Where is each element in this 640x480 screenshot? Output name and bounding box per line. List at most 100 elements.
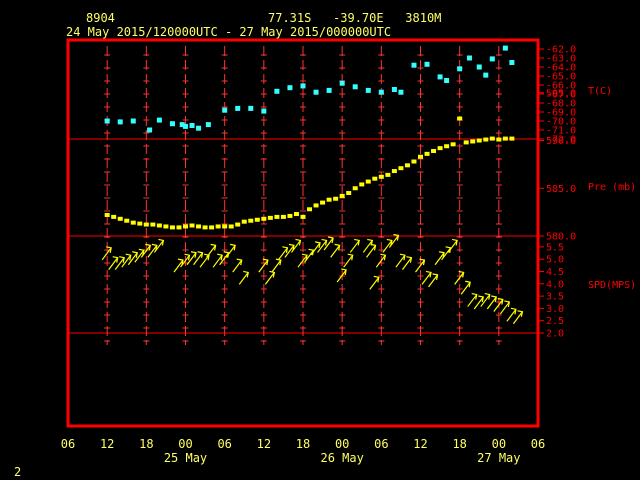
pressure-point: [248, 218, 254, 223]
pressure-point: [104, 212, 110, 217]
wind-arrow: [330, 243, 341, 258]
pressure-ytick-label: 585.0: [546, 184, 576, 195]
wind-arrow: [506, 307, 517, 322]
pressure-point: [156, 223, 162, 228]
pressure-point: [124, 218, 130, 223]
wind-arrow-shaft: [238, 272, 249, 285]
pressure-point: [385, 172, 391, 177]
pressure-axis-label: Pre (mb): [588, 182, 636, 193]
x-date-label: 26 May: [320, 451, 363, 465]
pressure-point: [293, 212, 299, 217]
wind-arrow: [225, 243, 236, 258]
wind-arrow: [349, 238, 360, 253]
x-date-label: 27 May: [477, 451, 520, 465]
grid: [68, 46, 538, 345]
pressure-point: [254, 217, 260, 222]
wind-axis-label: SPD(MPS): [588, 280, 636, 291]
pressure-ytick-label: 595.0: [546, 88, 576, 99]
pressure-point: [280, 214, 286, 219]
temperature-point: [457, 66, 463, 72]
wind-ytick-label: 4.5: [546, 267, 564, 278]
wind-arrow: [460, 280, 471, 295]
pressure-point: [196, 224, 202, 229]
temperature-point: [352, 84, 358, 90]
pressure-point: [424, 151, 430, 156]
wind-arrow: [447, 238, 458, 253]
x-tick-label: 12: [257, 437, 271, 451]
wind-ytick-label: 5.0: [546, 255, 564, 266]
wind-ytick-label: 5.5: [546, 242, 564, 253]
wind-arrow-shaft: [277, 247, 288, 261]
pressure-point: [444, 144, 450, 149]
pressure-point: [352, 186, 358, 191]
wind-arrow-shaft: [395, 254, 406, 268]
wind-arrow: [206, 243, 217, 258]
pressure-point: [300, 214, 306, 219]
temperature-point: [235, 105, 241, 111]
wind-ytick-label: 2.0: [546, 329, 564, 340]
temperature-axis-label: T(C): [588, 86, 612, 97]
temperature-point: [222, 107, 228, 113]
wind-arrow-shaft: [271, 259, 282, 273]
wind-arrow-shaft: [421, 272, 432, 285]
temperature-point: [156, 117, 162, 123]
pressure-point: [215, 224, 221, 229]
pressure-point: [202, 225, 208, 230]
temperature-point: [411, 62, 417, 68]
pressure-point: [117, 216, 123, 221]
temperature-point: [437, 74, 443, 80]
pressure-point: [431, 149, 437, 154]
temperature-point: [130, 118, 136, 124]
pressure-point: [476, 138, 482, 143]
wind-ytick-label: 3.5: [546, 292, 564, 303]
wind-arrow-shaft: [467, 294, 478, 307]
x-tick-label: 00: [335, 437, 349, 451]
temperature-point: [196, 125, 202, 131]
pressure-point: [333, 196, 339, 201]
pressure-point: [313, 203, 319, 208]
wind-arrow-shaft: [506, 308, 517, 322]
x-tick-label: 06: [61, 437, 75, 451]
pressure-point: [176, 225, 182, 230]
pressure-point: [509, 136, 515, 141]
pressure-point: [235, 222, 241, 227]
wind-ytick-label: 3.0: [546, 304, 564, 315]
pressure-point: [183, 224, 188, 229]
temperature-point: [274, 88, 280, 94]
pressure-point: [463, 140, 469, 145]
temperature-point: [483, 72, 489, 78]
x-tick-label: 00: [178, 437, 192, 451]
wind-arrow-shaft: [369, 276, 380, 290]
x-tick-label: 18: [139, 437, 153, 451]
pressure-point: [437, 146, 443, 151]
temperature-point: [502, 45, 508, 51]
pressure-point: [169, 225, 175, 230]
wind-arrow: [369, 275, 380, 290]
wind-arrow: [467, 292, 478, 307]
temperature-point: [509, 60, 515, 65]
pressure-point: [411, 159, 417, 164]
wind-arrow: [238, 270, 249, 285]
pressure-point: [189, 223, 195, 228]
pressure-point: [137, 221, 143, 226]
x-tick-label: 18: [452, 437, 466, 451]
pressure-point: [398, 166, 404, 171]
pressure-point: [261, 216, 267, 221]
temperature-point: [248, 105, 254, 111]
pressure-point: [450, 142, 456, 147]
wind-arrow: [264, 270, 276, 285]
x-date-label: 25 May: [164, 451, 207, 465]
temperature-point: [365, 87, 371, 93]
wind-ytick-label: 2.5: [546, 316, 564, 327]
pressure-point: [228, 224, 234, 229]
wind-arrow: [232, 258, 243, 273]
pressure-point: [378, 174, 384, 179]
temperature-point: [326, 87, 332, 93]
temperature-point: [339, 80, 345, 86]
temperature-point: [424, 61, 430, 67]
wind-arrow: [310, 241, 321, 256]
x-tick-label: 18: [296, 437, 310, 451]
pressure-ytick-label: 580.0: [546, 232, 576, 243]
pressure-point: [496, 137, 502, 142]
x-tick-label: 12: [413, 437, 427, 451]
